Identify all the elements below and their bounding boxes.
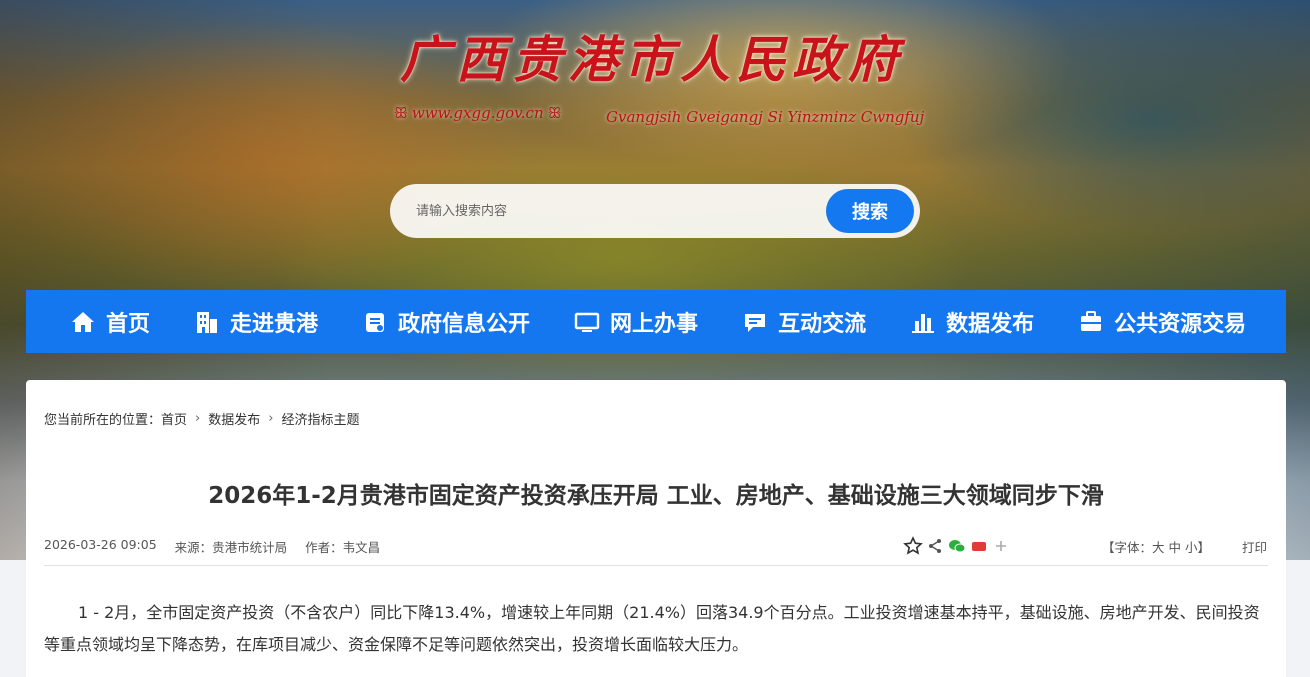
- nav-item-online-service[interactable]: 网上办事: [574, 290, 698, 353]
- nav-item-label: 互动交流: [778, 311, 867, 337]
- home-icon: [70, 309, 96, 335]
- swirl-ornament-icon: ꕥ: [394, 104, 408, 122]
- share-toolbar: [903, 536, 1013, 556]
- site-title: 广西贵港市人民政府: [400, 30, 904, 89]
- nav-item-about[interactable]: 走进贵港: [194, 290, 318, 353]
- bar-chart-icon: [910, 309, 936, 335]
- meta-divider: [44, 565, 1268, 566]
- article-meta: 2026-03-26 09:05 来源：贵港市统计局 作者：韦文昌: [44, 537, 398, 556]
- monitor-icon: [574, 309, 600, 335]
- building-icon: [194, 309, 220, 335]
- nav-item-data-release[interactable]: 数据发布: [910, 290, 1034, 353]
- font-size-control[interactable]: 【字体：大 中 小】: [1102, 537, 1210, 556]
- chevron-right-icon: ›: [195, 411, 201, 426]
- article-author: 作者：韦文昌: [305, 540, 381, 555]
- nav-item-label: 首页: [106, 311, 151, 337]
- wechat-icon[interactable]: [947, 536, 967, 556]
- breadcrumb-link-economic-indicators[interactable]: 经济指标主题: [281, 409, 359, 428]
- star-icon[interactable]: [903, 536, 923, 556]
- swirl-ornament-icon: ꕥ: [547, 104, 562, 122]
- nav-item-label: 政府信息公开: [398, 311, 531, 337]
- nav-item-gov-info[interactable]: 政府信息公开: [362, 290, 530, 353]
- breadcrumb-prefix: 您当前所在的位置：: [44, 413, 162, 428]
- nav-item-label: 公共资源交易: [1114, 311, 1247, 337]
- info-icon: [362, 309, 388, 335]
- breadcrumb-link-home[interactable]: 首页: [161, 409, 187, 428]
- nav-item-label: 网上办事: [610, 311, 699, 337]
- search-input[interactable]: [416, 197, 806, 225]
- main-nav: 首页 走进贵港 政府信息公开 网上办事 互动交流 数据发布 公共资源交易: [26, 290, 1286, 353]
- briefcase-icon: [1078, 309, 1104, 335]
- nav-item-interaction[interactable]: 互动交流: [742, 290, 866, 353]
- share-icon[interactable]: [925, 536, 945, 556]
- chat-icon: [742, 309, 768, 335]
- nav-item-label: 走进贵港: [230, 311, 319, 337]
- plus-icon[interactable]: [991, 536, 1011, 556]
- breadcrumb-link-data-release[interactable]: 数据发布: [208, 409, 260, 428]
- article-body: 1 - 2月，全市固定资产投资（不含农户）同比下降13.4%，增速较上年同期（2…: [44, 603, 1260, 654]
- publish-date: 2026-03-26 09:05: [44, 537, 157, 552]
- print-button[interactable]: 打印: [1242, 537, 1267, 556]
- nav-item-label: 数据发布: [946, 311, 1035, 337]
- nav-item-home[interactable]: 首页: [70, 290, 150, 353]
- article-panel: 您当前所在的位置： 首页 › 数据发布 › 经济指标主题 2026年1-2月贵港…: [26, 380, 1286, 677]
- article-source: 来源：贵港市统计局: [174, 540, 288, 555]
- nav-item-public-resources[interactable]: 公共资源交易: [1078, 290, 1246, 353]
- search-button[interactable]: 搜索: [826, 189, 914, 233]
- article-title: 2026年1-2月贵港市固定资产投资承压开局 工业、房地产、基础设施三大领域同步…: [208, 483, 1104, 509]
- search-bar: 搜索: [390, 184, 920, 238]
- site-domain-text: www.gxgg.gov.cn: [411, 104, 544, 122]
- weibo-icon[interactable]: [969, 536, 989, 556]
- chevron-right-icon: ›: [268, 411, 274, 426]
- breadcrumb: 您当前所在的位置： 首页 › 数据发布 › 经济指标主题: [44, 409, 359, 428]
- site-latin-name: Gvangjsih Gveigangj Si Yinzminz Cwngfuj: [606, 108, 925, 126]
- site-domain[interactable]: ꕥ www.gxgg.gov.cn ꕥ: [390, 104, 566, 122]
